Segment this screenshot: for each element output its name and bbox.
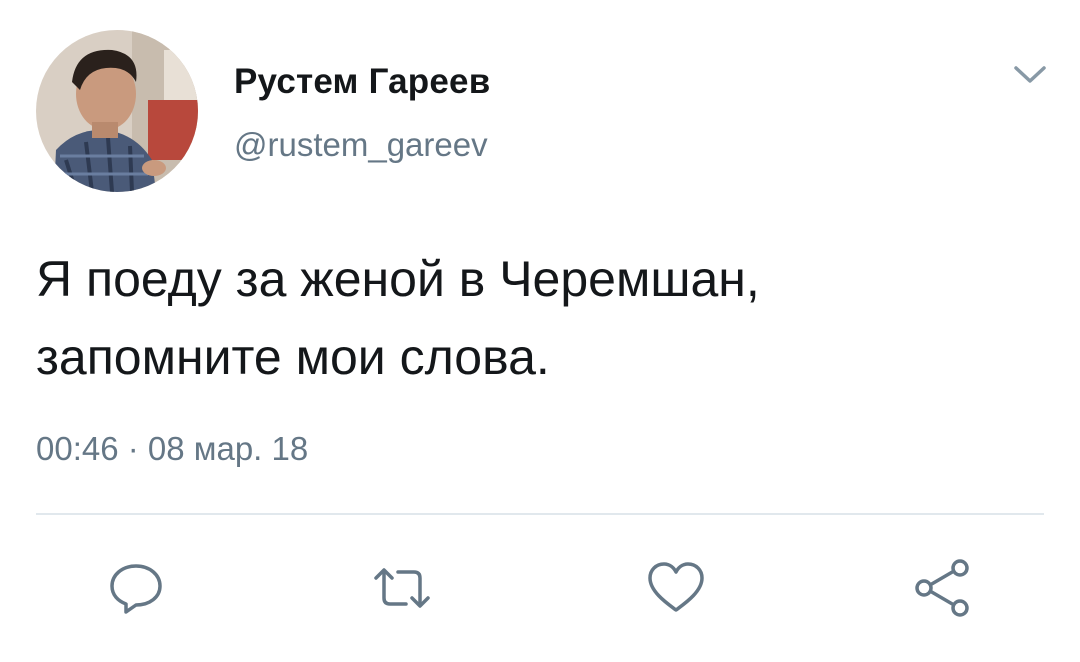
reply-button[interactable] — [104, 556, 168, 620]
tweet-text-line-1: Я поеду за женой в Черемшан, — [36, 251, 760, 307]
like-button[interactable] — [644, 556, 708, 620]
tweet-card: Рустем Гареев @rustem_gareev Я поеду за … — [0, 0, 1080, 662]
retweet-icon — [374, 568, 430, 608]
retweet-button[interactable] — [370, 556, 434, 620]
divider — [36, 513, 1044, 515]
chevron-down-icon[interactable] — [1008, 56, 1052, 92]
author-handle[interactable]: @rustem_gareev — [234, 126, 488, 164]
reply-icon — [110, 564, 162, 614]
tweet-timestamp[interactable]: 00:46 · 08 мар. 18 — [36, 430, 308, 468]
tweet-text-line-2: запомните мои слова. — [36, 329, 550, 385]
tweet-text: Я поеду за женой в Черемшан, запомните м… — [36, 240, 1046, 396]
heart-icon — [648, 562, 704, 612]
share-button[interactable] — [910, 556, 974, 620]
author-avatar[interactable] — [36, 30, 198, 192]
avatar-photo — [36, 30, 198, 192]
author-name[interactable]: Рустем Гареев — [234, 62, 490, 102]
share-icon — [915, 559, 969, 617]
